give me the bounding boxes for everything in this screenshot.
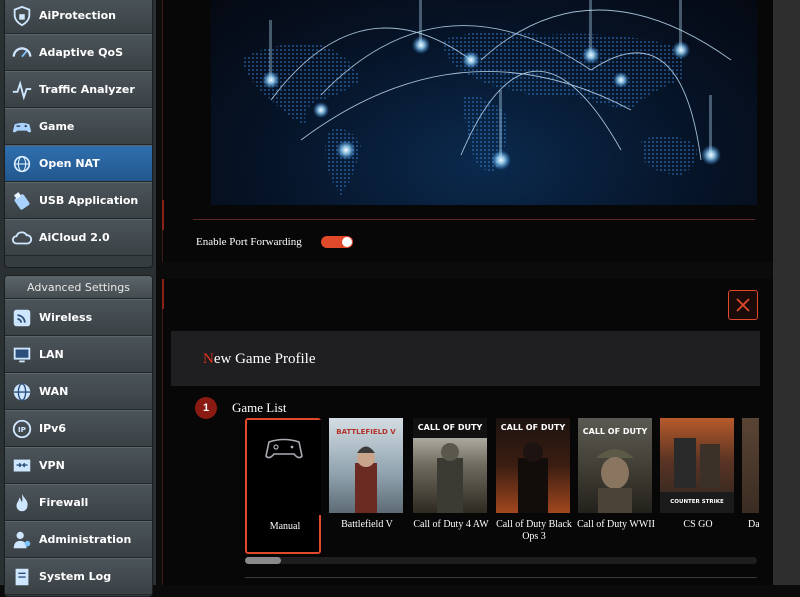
game-card-partial[interactable]: Da [742, 418, 759, 554]
sidebar-item-label: LAN [39, 348, 64, 361]
globe-network-icon [10, 152, 34, 176]
game-card-manual[interactable]: Manual [245, 418, 321, 554]
ipv6-icon: IP [10, 417, 34, 441]
game-name: Manual [269, 521, 301, 532]
game-cover [742, 418, 759, 513]
sidebar-item-wan[interactable]: WAN [5, 373, 152, 410]
game-name: Battlefield V [341, 519, 393, 530]
sidebar-item-label: Traffic Analyzer [39, 83, 135, 96]
game-card-cs-go[interactable]: COUNTER STRIKE CS GO [660, 418, 736, 554]
cloud-icon [10, 226, 34, 250]
wifi-icon [10, 306, 34, 330]
shield-icon [10, 4, 34, 28]
sidebar-item-open-nat[interactable]: Open NAT [5, 145, 152, 182]
scrollbar-thumb[interactable] [245, 557, 281, 564]
dialog-title: New Game Profile [203, 351, 315, 368]
main-menu: AiProtection Adaptive QoS Traffic Analyz… [4, 0, 153, 268]
cover-title: BATTLEFIELD V [336, 428, 396, 436]
sidebar-item-label: Game [39, 120, 75, 133]
game-cover: COUNTER STRIKE [660, 418, 734, 513]
sidebar-item-aiprotection[interactable]: AiProtection [5, 0, 152, 34]
sidebar-item-administration[interactable]: Administration [5, 521, 152, 558]
sidebar-item-vpn[interactable]: VPN [5, 447, 152, 484]
sidebar-item-label: Open NAT [39, 157, 100, 170]
world-network-map-image [211, 0, 757, 205]
game-list-scrollbar[interactable] [245, 557, 757, 564]
panel-corner-accent [162, 200, 170, 230]
sidebar-item-label: AiProtection [39, 9, 116, 22]
game-name: Call of Duty Black Ops 3 [496, 519, 572, 542]
new-game-profile-dialog: New Game Profile 1 Game List Manual BATT… [162, 279, 773, 585]
game-card-cod-wwii[interactable]: CALL OF DUTY Call of Duty WWII [577, 418, 655, 554]
game-name: Call of Duty 4 AW [413, 519, 489, 530]
title-first-letter: N [203, 351, 214, 367]
game-cover: CALL OF DUTY [496, 418, 570, 513]
panel-corner-accent [162, 279, 170, 309]
game-list-label: Game List [232, 400, 287, 415]
sidebar-item-label: AiCloud 2.0 [39, 231, 110, 244]
cover-title: COUNTER STRIKE [670, 499, 724, 505]
sidebar-item-system-log[interactable]: System Log [5, 558, 152, 595]
page-scroll-gutter [773, 0, 800, 585]
game-card-battlefield-v[interactable]: BATTLEFIELD V Battlefield V [329, 418, 405, 554]
title-rest: ew Game Profile [213, 351, 316, 367]
sidebar-item-lan[interactable]: LAN [5, 336, 152, 373]
sidebar-item-game[interactable]: Game [5, 108, 152, 145]
gamepad-icon [265, 438, 303, 459]
monitor-icon [10, 343, 34, 367]
advanced-settings-menu: Advanced Settings Wireless LAN WAN IP IP… [4, 275, 153, 597]
game-name: Call of Duty WWII [577, 519, 655, 530]
game-cover: BATTLEFIELD V [329, 418, 403, 513]
cover-title: CALL OF DUTY [583, 427, 648, 436]
sidebar-item-usb-application[interactable]: USB Application [5, 182, 152, 219]
sidebar: AiProtection Adaptive QoS Traffic Analyz… [0, 0, 156, 597]
game-list: Manual BATTLEFIELD V Battlefield V CALL … [245, 418, 759, 558]
sidebar-item-label: WAN [39, 385, 69, 398]
game-card-cod-black-ops-3[interactable]: CALL OF DUTY Call of Duty Black Ops 3 [496, 418, 572, 554]
cover-title: CALL OF DUTY [501, 423, 566, 432]
toggle-knob [342, 237, 352, 247]
sidebar-item-traffic-analyzer[interactable]: Traffic Analyzer [5, 71, 152, 108]
port-forwarding-label: Enable Port Forwarding [196, 236, 302, 248]
speedometer-icon [10, 41, 34, 65]
close-icon [736, 298, 750, 312]
sidebar-item-label: Wireless [39, 311, 93, 324]
game-card-cod-aw[interactable]: CALL OF DUTY Call of Duty 4 AW [413, 418, 489, 554]
person-gear-icon [10, 528, 34, 552]
sidebar-item-aicloud[interactable]: AiCloud 2.0 [5, 219, 152, 256]
game-cover: CALL OF DUTY [413, 418, 487, 513]
game-name: CS GO [683, 519, 713, 530]
svg-text:IP: IP [18, 425, 27, 434]
sidebar-item-label: Adaptive QoS [39, 46, 124, 59]
section-divider [245, 577, 757, 578]
game-cover: CALL OF DUTY [578, 418, 652, 513]
sidebar-item-label: USB Application [39, 194, 139, 207]
dialog-title-bar: New Game Profile [171, 331, 760, 386]
close-button[interactable] [728, 290, 758, 320]
vpn-icon [10, 454, 34, 478]
sidebar-item-label: System Log [39, 570, 112, 583]
globe-icon [10, 380, 34, 404]
gamepad-icon [10, 115, 34, 139]
game-cover [247, 420, 321, 515]
sidebar-item-firewall[interactable]: Firewall [5, 484, 152, 521]
pulse-icon [10, 78, 34, 102]
section-divider [193, 219, 755, 220]
sidebar-item-adaptive-qos[interactable]: Adaptive QoS [5, 34, 152, 71]
sidebar-item-label: Firewall [39, 496, 89, 509]
sidebar-item-label: IPv6 [39, 422, 66, 435]
usb-icon [10, 189, 34, 213]
port-forwarding-toggle[interactable] [321, 236, 353, 248]
game-name: Da [748, 519, 759, 530]
step-number-badge: 1 [195, 397, 217, 419]
cover-title: CALL OF DUTY [418, 423, 483, 432]
sidebar-item-ipv6[interactable]: IP IPv6 [5, 410, 152, 447]
fire-icon [10, 491, 34, 515]
open-nat-panel: Enable Port Forwarding [162, 0, 774, 262]
sidebar-item-label: Administration [39, 533, 132, 546]
sidebar-item-wireless[interactable]: Wireless [5, 299, 152, 336]
advanced-settings-header: Advanced Settings [5, 276, 152, 299]
sidebar-item-label: VPN [39, 459, 65, 472]
